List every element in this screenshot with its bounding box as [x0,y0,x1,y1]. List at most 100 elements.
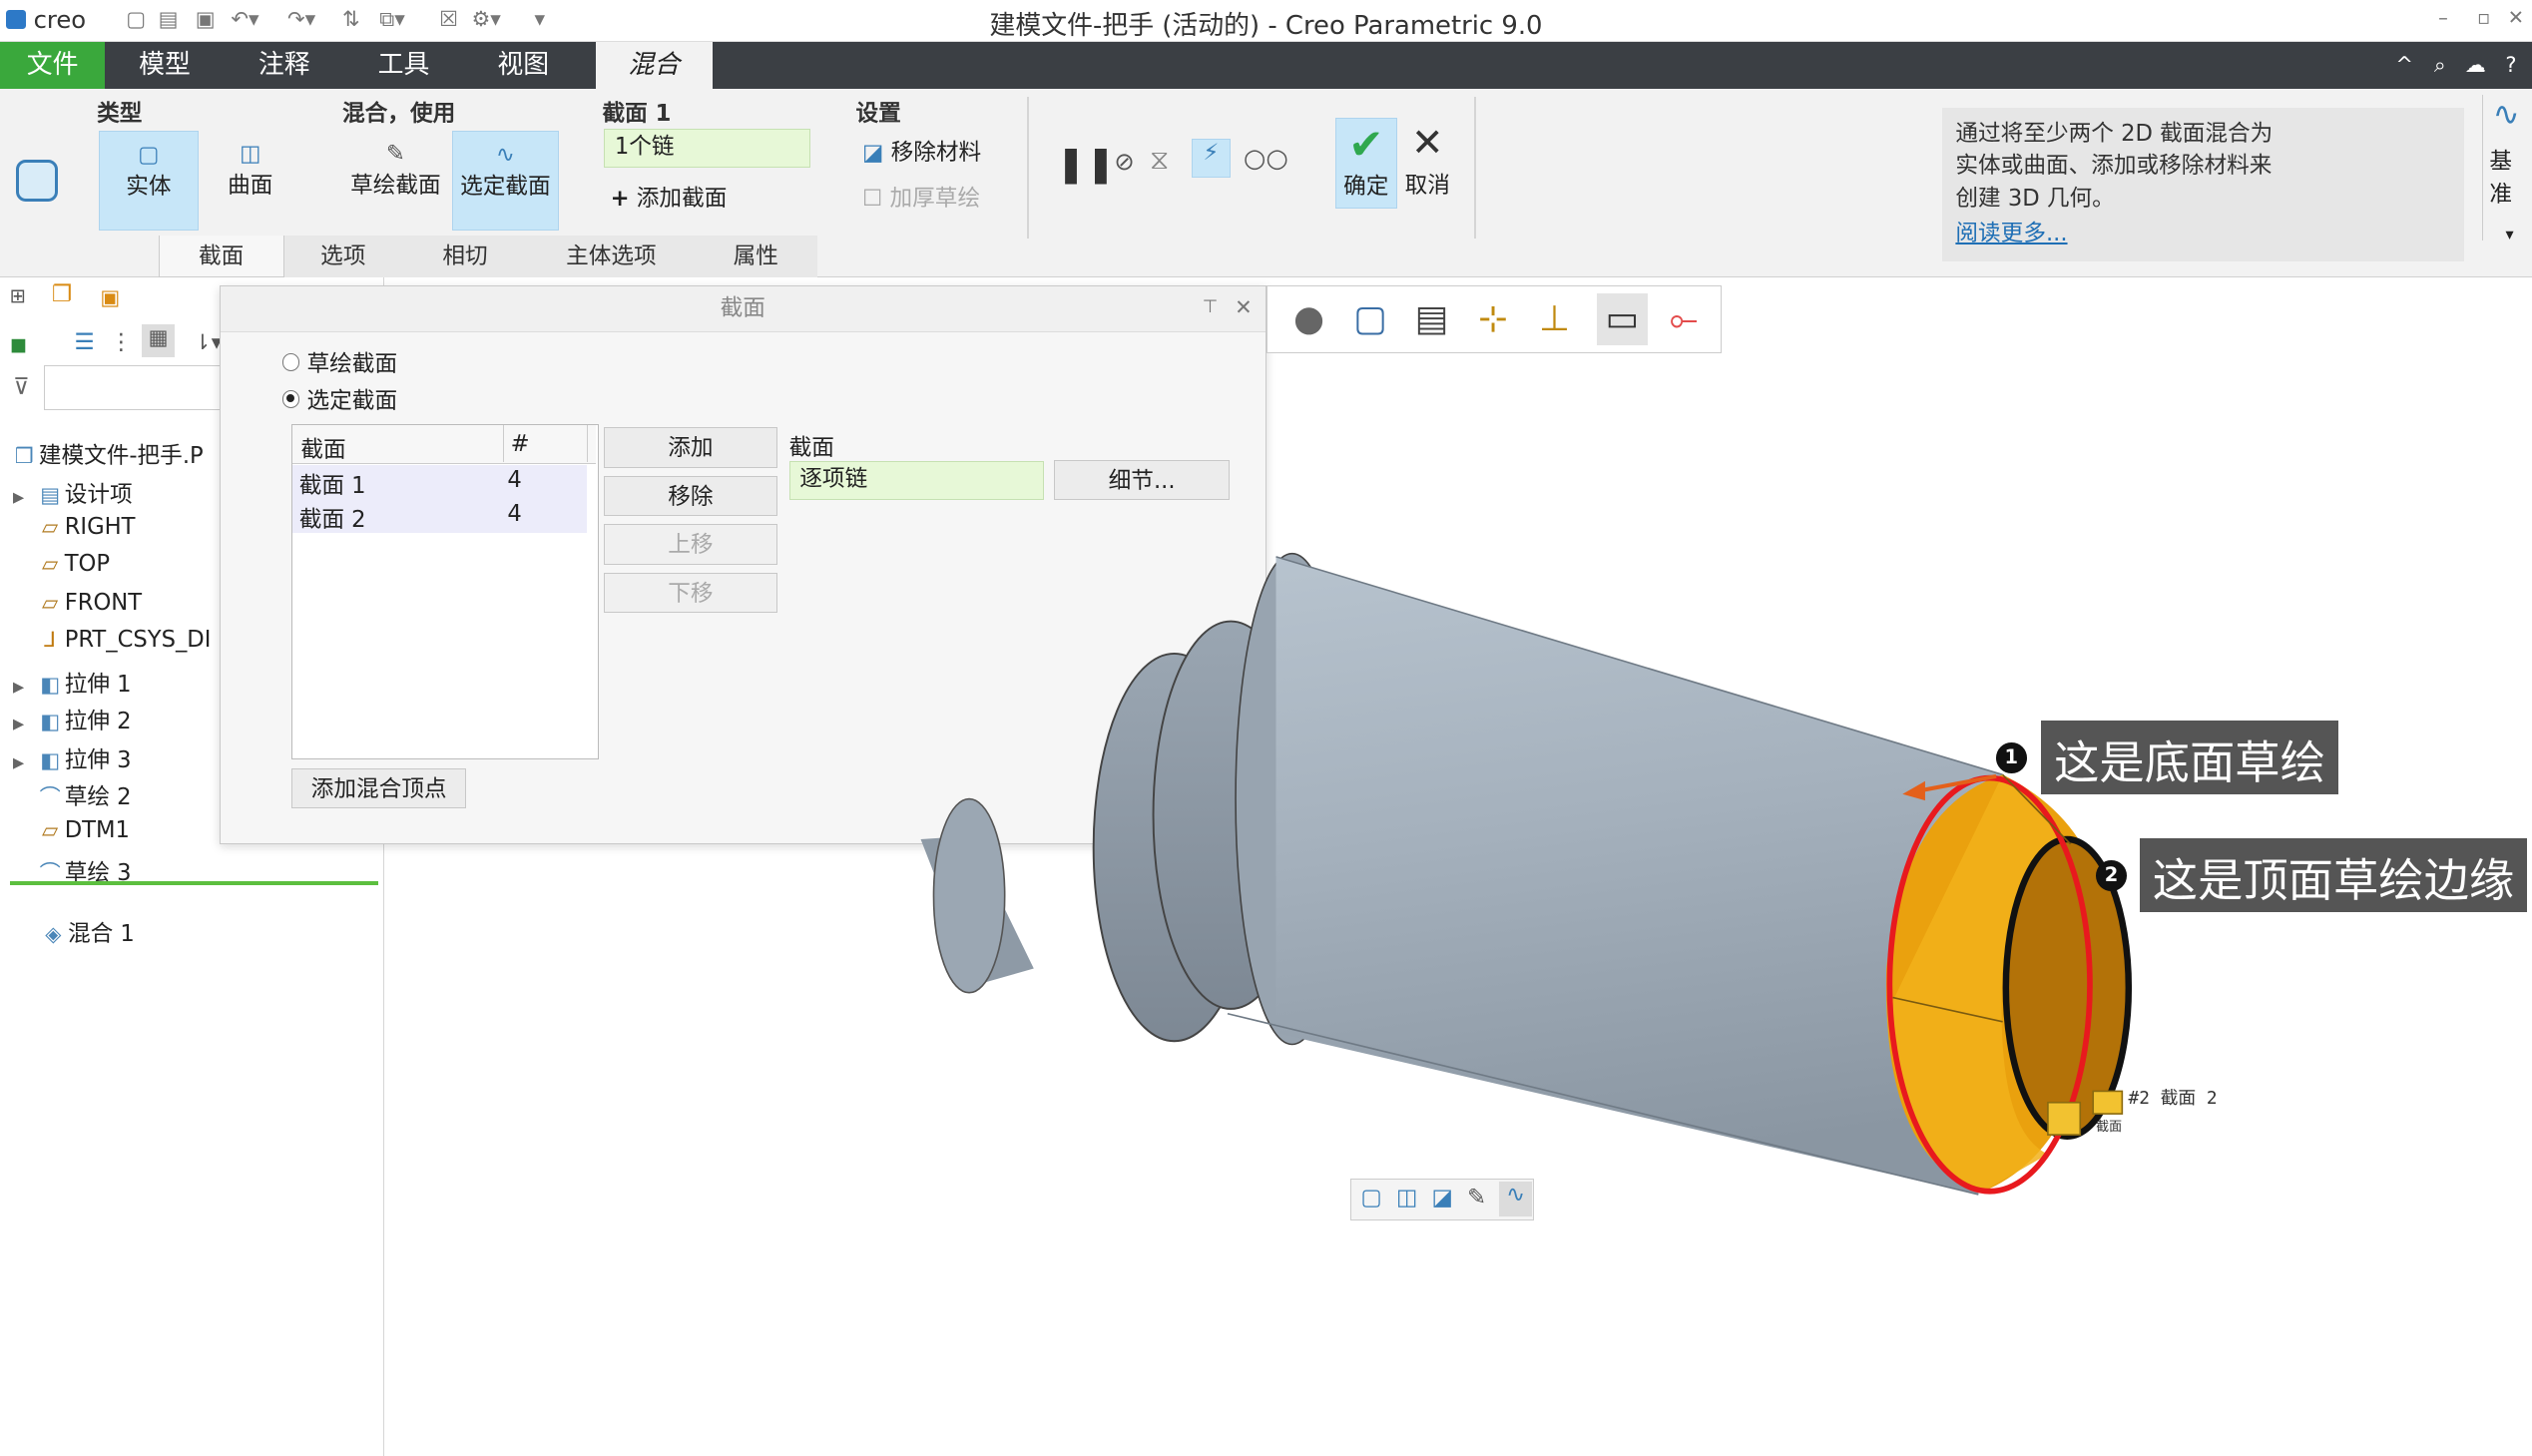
no-preview-icon[interactable]: ⊘ [1114,147,1134,176]
tree-item[interactable]: ▱ TOP [13,551,110,577]
mini-curve-icon[interactable]: ∿ [1499,1181,1532,1217]
cloud-icon[interactable]: ☁ [2461,42,2490,89]
restore-icon[interactable]: ▫ [2477,6,2490,29]
show-menu-icon[interactable]: ⇂▾ [194,329,222,354]
checkmark-icon: ✔ [1348,120,1384,170]
radio-sketched-sections[interactable]: 草绘截面 [281,345,397,378]
mini-toolbar: ▢ ◫ ◪ ✎ ∿ [1349,1179,1535,1221]
cancel-button[interactable]: ✕ 取消 [1398,118,1456,209]
selected-sections-button[interactable]: ∿ 选定截面 [452,131,559,232]
expand-arrow-icon[interactable]: ▶ [13,716,36,732]
help-icon[interactable]: ? [2496,42,2525,89]
csys-display-icon[interactable]: ⊥ [1529,293,1581,345]
folder-icon[interactable]: ▣ [100,284,120,309]
tree-filter-view-icon[interactable]: ▦ [142,324,175,357]
mini-sketch-icon[interactable]: ✎ [1467,1185,1486,1211]
info-panel: 通过将至少两个 2D 截面混合为 实体或曲面、添加或移除材料来 创建 3D 几何… [1942,108,2465,262]
tree-item[interactable]: ▶ ◧ 拉伸 1 [13,666,132,699]
subtab-tangency[interactable]: 相切 [401,236,529,278]
expand-arrow-icon[interactable]: ▶ [13,679,36,696]
tree-item[interactable]: ▶ ▤ 设计项 [13,476,133,509]
chain-collector[interactable]: 1个链 [604,129,811,169]
remove-material-toggle[interactable]: ◪ 移除材料 [862,134,981,167]
mini-solid-icon[interactable]: ▢ [1360,1185,1381,1211]
expand-arrow-icon[interactable]: ▶ [13,754,36,771]
annotation-display-icon[interactable]: ▭ [1596,292,1649,345]
tree-item[interactable]: ▶ ◧ 拉伸 2 [13,703,132,735]
read-more-link[interactable]: 阅读更多... [1955,218,2451,249]
sketch-sections-button[interactable]: ✎ 草绘截面 [342,131,449,231]
tree-item-label: 建模文件-把手.P [38,443,204,470]
expand-arrow-icon[interactable]: ▶ [13,489,36,506]
mini-remove-icon[interactable]: ◪ [1432,1185,1453,1211]
plus-icon: + [610,185,630,212]
display-style-cube-icon[interactable]: ▢ [1344,293,1396,345]
datum-plane-icon: ▱ [42,550,59,576]
datum-group[interactable]: ∿ 基准 ▾ [2481,95,2532,243]
tree-item[interactable]: ▶ ◧ 拉伸 3 [13,741,132,774]
tab-file[interactable]: 文件 [0,42,106,89]
start-point-icon[interactable] [2046,1102,2081,1137]
mini-surface-icon[interactable]: ◫ [1396,1185,1417,1211]
section-tag-icon[interactable] [2092,1090,2123,1116]
shading-sphere-icon[interactable]: ● [1283,293,1335,345]
minimize-icon[interactable]: – [2438,6,2448,29]
tree-item[interactable]: ◈ 混合 1 [39,915,135,948]
saved-views-icon[interactable]: ▤ [1406,293,1458,345]
tree-item[interactable]: ▱ DTM1 [13,817,130,843]
tree-item[interactable]: ▱ RIGHT [13,514,135,540]
ok-button[interactable]: ✔ 确定 [1335,118,1397,209]
remove-material-icon: ◪ [862,140,884,167]
tree-item[interactable]: ⅃ PRT_CSYS_DI [13,627,211,653]
add-section-button[interactable]: + 添加截面 [611,180,728,213]
tab-model[interactable]: 模型 [105,42,225,89]
verify-glasses-icon[interactable]: ○○ [1244,144,1288,174]
part-icon: ❒ [14,443,34,469]
dialog-close-icon[interactable]: ✕ [1235,294,1253,319]
back-end [932,798,1006,994]
insert-here-indicator[interactable] [9,881,378,885]
static-preview-icon[interactable]: ⧖ [1150,144,1169,177]
surface-button[interactable]: ◫ 曲面 [201,131,300,231]
datum-plane-icon: ▱ [42,589,59,615]
filter-icon[interactable]: ⊽ [13,374,30,400]
collapse-ribbon-icon[interactable]: ^ [2390,42,2419,89]
divider [1027,97,1029,240]
pause-icon[interactable]: ❚❚ [1056,144,1116,185]
info-line: 实体或曲面、添加或移除材料来 [1955,153,2273,180]
tree-item[interactable]: ❒ 建模文件-把手.P [10,437,204,470]
tree-list-icon[interactable]: ☰ [74,329,94,355]
tree-search-input[interactable] [43,364,222,410]
divider [1474,97,1476,240]
subtab-options[interactable]: 选项 [283,236,402,278]
tree-item[interactable]: ▱ FRONT [13,590,142,616]
subtab-body-options[interactable]: 主体选项 [528,236,695,278]
dynamic-preview-icon[interactable]: ⚡ [1192,139,1231,178]
group-label-section: 截面 1 [602,101,672,128]
tab-tools[interactable]: 工具 [344,42,464,89]
tree-item-label: 混合 1 [67,921,135,948]
tab-annotate[interactable]: 注释 [225,42,344,89]
datum-display-icon[interactable]: ⊹ [1467,293,1519,345]
tab-view[interactable]: 视图 [463,42,583,89]
model-icon[interactable]: ◼ [10,331,27,356]
tab-blend[interactable]: 混合 [596,42,713,89]
thicken-sketch-toggle[interactable]: ☐ 加厚草绘 [862,180,980,213]
window-title: 建模文件-把手 (活动的) - Creo Parametric 9.0 [989,10,1543,41]
close-icon[interactable]: ✕ [2508,6,2524,29]
subtab-sections[interactable]: 截面 [158,236,284,278]
blend-icon: ◈ [45,921,62,947]
layers-icon[interactable]: ❐ [52,281,72,307]
search-icon[interactable]: ⌕ [2425,42,2454,89]
solid-button[interactable]: ▢ 实体 [98,131,199,232]
subtab-properties[interactable]: 属性 [694,236,817,278]
blend-feature-icon [16,160,59,203]
tree-columns-icon[interactable]: ⋮ [110,329,133,355]
callout-bullet: 1 [1995,742,2027,773]
tree-item[interactable]: ⌒ 草绘 2 [13,778,132,811]
pin-icon[interactable]: ⊤ [1203,296,1219,317]
radio-selected-sections[interactable]: 选定截面 [281,382,397,415]
callout-top-sketch-edge: 这是顶面草绘边缘 [2139,837,2528,913]
spin-center-icon[interactable]: ⟜ [1658,293,1710,345]
tree-settings-icon[interactable]: ⊞ [10,284,26,307]
